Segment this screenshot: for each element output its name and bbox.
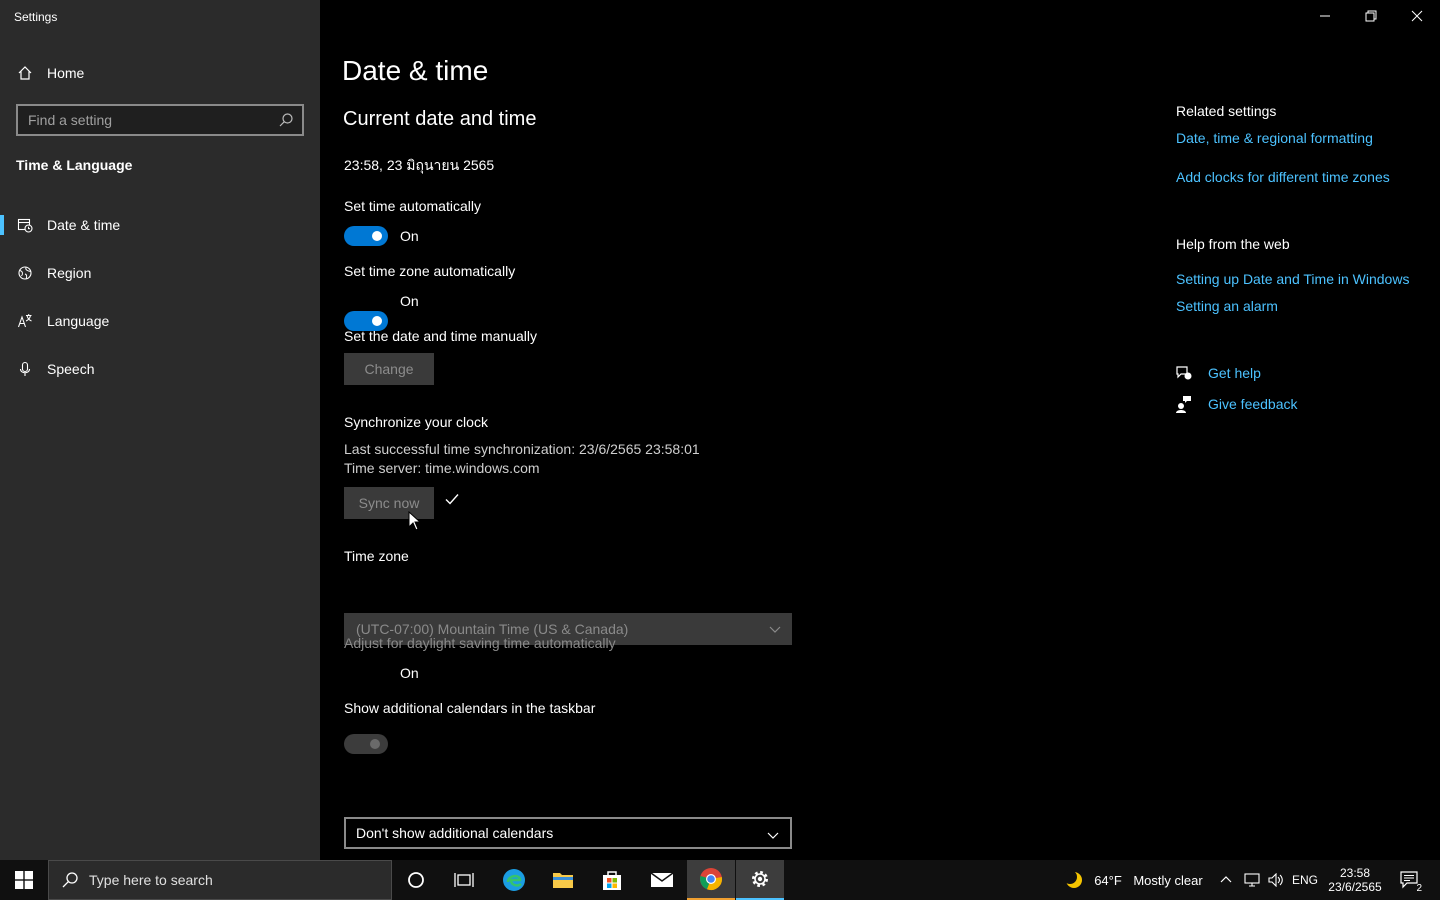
chevron-up-icon [1220, 876, 1232, 883]
gear-icon [752, 871, 768, 887]
store-button[interactable] [588, 860, 636, 900]
calendar-clock-icon [16, 216, 34, 234]
weather-text[interactable]: Mostly clear [1130, 860, 1206, 900]
network-icon[interactable] [1240, 860, 1264, 900]
chevron-down-icon [768, 622, 782, 639]
sidebar-item-speech[interactable]: Speech [0, 349, 320, 389]
additional-calendars-label: Show additional calendars in the taskbar [344, 700, 596, 716]
chevron-down-icon [766, 828, 780, 845]
file-explorer-button[interactable] [539, 860, 587, 900]
set-time-auto-state: On [400, 228, 419, 244]
set-time-auto-toggle[interactable] [344, 226, 388, 246]
clock[interactable]: 23:58 23/6/2565 [1326, 860, 1384, 900]
store-icon [603, 871, 621, 890]
sidebar-item-language[interactable]: Language [0, 301, 320, 341]
input-language[interactable]: ENG [1290, 860, 1320, 900]
current-datetime-value: 23:58, 23 มิถุนายน 2565 [344, 157, 495, 173]
taskbar-search-box[interactable]: Type here to search [48, 860, 392, 900]
checkmark-icon [444, 491, 460, 512]
additional-calendars-value: Don't show additional calendars [356, 825, 554, 841]
change-button[interactable]: Change [344, 353, 434, 385]
weather-temp[interactable]: 64°F [1090, 860, 1126, 900]
help-from-web-heading: Help from the web [1176, 236, 1290, 252]
set-time-auto-label: Set time automatically [344, 198, 481, 214]
language-icon [16, 312, 34, 330]
daylight-saving-state: On [400, 665, 419, 681]
main-content: Date & time Current date and time 23:58,… [320, 0, 1440, 860]
get-help-icon [1175, 364, 1193, 387]
search-icon [61, 871, 79, 889]
volume-icon[interactable] [1264, 860, 1288, 900]
edge-button[interactable] [490, 860, 538, 900]
windows-logo-icon [15, 871, 33, 889]
sidebar-item-date-time[interactable]: Date & time [0, 205, 320, 245]
daylight-saving-toggle[interactable] [344, 734, 388, 754]
weather-moon-icon[interactable] [1062, 860, 1086, 900]
notification-count: 2 [1416, 883, 1422, 894]
sidebar: Settings Home Find a setting Time & Lang… [0, 0, 320, 860]
task-view-button[interactable] [440, 860, 488, 900]
chrome-button[interactable] [687, 860, 735, 900]
regional-formatting-link[interactable]: Date, time & regional formatting [1176, 130, 1373, 146]
folder-icon [553, 873, 573, 888]
help-alarm-link[interactable]: Setting an alarm [1176, 298, 1278, 314]
cortana-button[interactable] [392, 860, 440, 900]
clock-date: 23/6/2565 [1328, 880, 1382, 894]
set-timezone-auto-label: Set time zone automatically [344, 263, 516, 279]
give-feedback-icon [1175, 395, 1193, 418]
sidebar-home[interactable]: Home [0, 53, 320, 93]
chrome-icon [700, 868, 722, 891]
manual-datetime-label: Set the date and time manually [344, 328, 538, 344]
action-center-button[interactable]: 2 [1392, 860, 1428, 900]
cortana-icon [408, 872, 424, 888]
timezone-label: Time zone [344, 548, 409, 564]
page-title: Date & time [342, 55, 489, 86]
search-icon[interactable] [278, 112, 294, 131]
taskbar: Type here to search 64°F Mostly clear EN… [0, 860, 1440, 900]
search-placeholder: Find a setting [28, 112, 113, 128]
sidebar-home-label: Home [47, 65, 85, 81]
help-datetime-link[interactable]: Setting up Date and Time in Windows [1176, 271, 1409, 287]
clock-time: 23:58 [1339, 866, 1371, 880]
set-timezone-auto-state: On [400, 293, 419, 309]
sidebar-item-region[interactable]: Region [0, 253, 320, 293]
taskbar-search-placeholder: Type here to search [89, 872, 213, 888]
add-clocks-link[interactable]: Add clocks for different time zones [1176, 169, 1390, 185]
edge-icon [503, 869, 525, 891]
settings-search-input[interactable]: Find a setting [16, 104, 304, 136]
home-icon [16, 64, 34, 82]
additional-calendars-select[interactable]: Don't show additional calendars [344, 817, 792, 849]
give-feedback-link[interactable]: Give feedback [1208, 396, 1298, 412]
globe-icon [16, 264, 34, 282]
time-server-text: Time server: time.windows.com [344, 460, 540, 476]
microphone-icon [16, 360, 34, 378]
sync-clock-label: Synchronize your clock [344, 414, 488, 430]
task-view-icon [454, 873, 474, 887]
sidebar-item-label: Region [47, 265, 92, 281]
sidebar-item-label: Language [47, 313, 110, 329]
sidebar-item-label: Speech [47, 361, 95, 377]
last-sync-text: Last successful time synchronization: 23… [344, 441, 700, 457]
section-title: Time & Language [16, 157, 133, 173]
mail-icon [650, 872, 674, 887]
current-datetime-heading: Current date and time [343, 108, 537, 130]
mouse-cursor-icon [408, 510, 422, 536]
get-help-link[interactable]: Get help [1208, 365, 1261, 381]
sidebar-item-label: Date & time [47, 217, 121, 233]
app-title: Settings [14, 10, 58, 24]
daylight-saving-label: Adjust for daylight saving time automati… [344, 635, 616, 651]
mail-button[interactable] [638, 860, 686, 900]
start-button[interactable] [0, 860, 48, 900]
settings-taskbar-button[interactable] [736, 860, 784, 900]
related-settings-heading: Related settings [1176, 103, 1277, 119]
show-hidden-icons-button[interactable] [1214, 860, 1238, 900]
